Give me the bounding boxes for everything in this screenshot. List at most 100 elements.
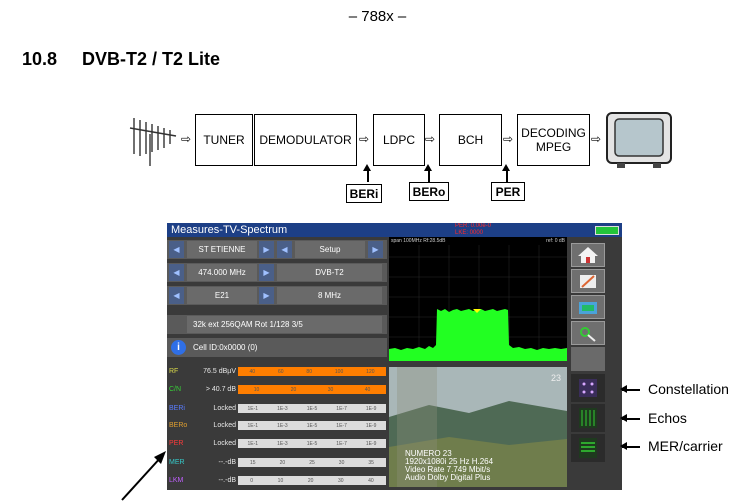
scale-tick-label: 1E-1 bbox=[247, 440, 259, 447]
arrowhead-left-icon bbox=[620, 442, 627, 450]
modulation-field[interactable]: 32k ext 256QAM Rot 1/128 3/5 bbox=[187, 316, 382, 333]
measure-label: BERi bbox=[169, 405, 185, 412]
measure-bar: 1E-1 1E-3 1E-5 1E-7 1E-9 bbox=[238, 439, 386, 448]
chevron-left-icon[interactable]: ◀ bbox=[277, 241, 292, 258]
scale-tick-label: 30 bbox=[337, 477, 344, 484]
scale-tick-label: 100 bbox=[334, 368, 344, 375]
scale-tick-label: 30 bbox=[327, 386, 334, 393]
home-button[interactable] bbox=[571, 243, 605, 267]
frequency-row: ◀ 474.000 MHz ▶ DVB-T2 bbox=[167, 263, 387, 282]
screen-title: Measures-TV-Spectrum bbox=[171, 224, 288, 236]
channel-row: ◀ E21 ▶ 8 MHz bbox=[167, 286, 387, 305]
measure-row: BERo Locked 1E-1 1E-3 1E-5 1E-7 1E-9 bbox=[167, 418, 387, 434]
measure-label: BERo bbox=[169, 422, 188, 429]
scale-tick-label: 20 bbox=[279, 459, 286, 466]
arrowhead-up-icon bbox=[363, 164, 371, 171]
echos-callout: Echos bbox=[648, 410, 687, 426]
arrowhead-left-icon bbox=[620, 414, 627, 422]
scale-tick-label: 1E-7 bbox=[336, 440, 347, 447]
chevron-left-icon[interactable]: ◀ bbox=[169, 241, 184, 258]
bero-label-box: BERo bbox=[409, 182, 449, 201]
screen-title-bar: Measures-TV-Spectrum PER: 0.00e-0 LKE: 0… bbox=[167, 223, 622, 237]
measure-label: C/N bbox=[169, 386, 182, 393]
measure-value: > 40.7 dB bbox=[205, 386, 236, 393]
measure-bar: 1E-1 1E-3 1E-5 1E-7 1E-9 bbox=[238, 421, 386, 430]
standard-field[interactable]: DVB-T2 bbox=[277, 264, 382, 281]
scale-tick-label: 10 bbox=[253, 386, 260, 393]
measure-value: --.-dB bbox=[218, 477, 237, 484]
mer-carrier-button[interactable] bbox=[571, 434, 605, 462]
constellation-button[interactable] bbox=[571, 374, 605, 402]
scale-tick-label: 1E-9 bbox=[365, 405, 377, 412]
echos-icon bbox=[579, 408, 597, 428]
channel-field[interactable]: E21 bbox=[187, 287, 257, 304]
chevron-right-icon[interactable]: ▶ bbox=[368, 241, 383, 258]
measure-row: BERi Locked 1E-1 1E-3 1E-5 1E-7 1E-9 bbox=[167, 401, 387, 417]
measure-row: RF 76.5 dBµV 40 60 80 100 120 bbox=[167, 364, 387, 380]
measure-bar: 15 20 25 30 35 bbox=[238, 458, 386, 467]
spectrum-trace bbox=[389, 245, 567, 361]
scale-tick-label: 1E-5 bbox=[306, 440, 318, 447]
chevron-left-icon[interactable]: ◀ bbox=[169, 287, 184, 304]
setup-field[interactable]: Setup bbox=[295, 241, 365, 258]
arrowhead-up-icon bbox=[424, 164, 432, 171]
scale-tick-label: 80 bbox=[306, 368, 312, 375]
arrowhead-up-icon bbox=[502, 164, 510, 171]
measure-bar: 1E-1 1E-3 1E-5 1E-7 1E-9 bbox=[238, 404, 386, 413]
scale-tick-label: 120 bbox=[366, 368, 375, 375]
probe-button[interactable] bbox=[571, 321, 605, 345]
scale-tick-label: 1E-9 bbox=[365, 440, 377, 447]
mer-carrier-icon bbox=[579, 438, 597, 458]
section-heading: 10.8 DVB-T2 / T2 Lite bbox=[22, 49, 220, 70]
ldpc-block: LDPC bbox=[373, 114, 425, 166]
chevron-right-icon[interactable]: ▶ bbox=[259, 287, 274, 304]
page-number: – 788x – bbox=[348, 8, 407, 25]
frequency-field[interactable]: 474.000 MHz bbox=[187, 264, 257, 281]
scale-tick-label: 15 bbox=[250, 459, 256, 466]
measure-value: Locked bbox=[213, 405, 236, 412]
settings-icon bbox=[579, 302, 597, 314]
location-field[interactable]: ST ETIENNE bbox=[187, 241, 257, 258]
scale-tick-label: 1E-3 bbox=[277, 440, 288, 447]
spectrum-display[interactable]: span 100MHz Rf:28.5dB ref: 0 dB bbox=[389, 237, 567, 361]
scale-tick-label: 1E-1 bbox=[247, 405, 259, 412]
scale-tick-label: 1E-9 bbox=[365, 422, 377, 429]
constellation-callout: Constellation bbox=[648, 381, 729, 397]
measure-bar: 40 60 80 100 120 bbox=[238, 367, 386, 376]
scale-tick-label: 40 bbox=[249, 368, 256, 375]
tools-button[interactable] bbox=[571, 269, 605, 293]
constellation-icon bbox=[579, 379, 597, 397]
info-icon[interactable]: i bbox=[171, 340, 186, 355]
scale-tick-label: 60 bbox=[277, 368, 284, 375]
video-caption: NUMERO 23 1920x1080i 25 Hz H.264 Video R… bbox=[405, 450, 493, 482]
caption-line: Audio Dolby Digital Plus bbox=[405, 473, 491, 482]
scale-tick-label: 40 bbox=[364, 386, 371, 393]
bandwidth-field[interactable]: 8 MHz bbox=[277, 287, 382, 304]
measure-bar: 10 20 30 40 bbox=[238, 385, 386, 394]
scale-tick-label: 30 bbox=[338, 459, 345, 466]
cell-id-text: Cell ID:0x0000 (0) bbox=[193, 343, 258, 352]
battery-icon bbox=[595, 226, 619, 235]
measure-label: RF bbox=[169, 368, 179, 375]
chevron-right-icon[interactable]: ▶ bbox=[259, 241, 274, 258]
measure-value: Locked bbox=[213, 422, 236, 429]
demodulator-block: DEMODULATOR bbox=[254, 114, 357, 166]
scale-tick-label: 10 bbox=[277, 477, 284, 484]
chevron-left-icon[interactable]: ◀ bbox=[169, 264, 184, 281]
scale-tick-label: 1E-5 bbox=[306, 422, 318, 429]
home-icon bbox=[578, 247, 598, 263]
per-label-box: PER bbox=[491, 182, 525, 201]
chevron-right-icon[interactable]: ▶ bbox=[259, 264, 274, 281]
antenna-icon bbox=[129, 118, 177, 166]
measure-row: PER Locked 1E-1 1E-3 1E-5 1E-7 1E-9 bbox=[167, 436, 387, 452]
arrowhead-left-icon bbox=[620, 385, 627, 393]
settings-button[interactable] bbox=[571, 295, 605, 319]
flow-arrow-icon: ⇨ bbox=[591, 132, 602, 146]
echos-button[interactable] bbox=[571, 404, 605, 432]
flow-arrow-icon: ⇨ bbox=[503, 132, 514, 146]
scale-tick-label: 1E-5 bbox=[306, 405, 318, 412]
video-preview[interactable]: 23 NUMERO 23 1920x1080i 25 Hz H.264 Vide… bbox=[389, 367, 567, 487]
flow-arrow-icon: ⇨ bbox=[181, 132, 192, 146]
cell-id-row: i Cell ID:0x0000 (0) bbox=[167, 338, 387, 357]
tuner-block: TUNER bbox=[195, 114, 253, 166]
